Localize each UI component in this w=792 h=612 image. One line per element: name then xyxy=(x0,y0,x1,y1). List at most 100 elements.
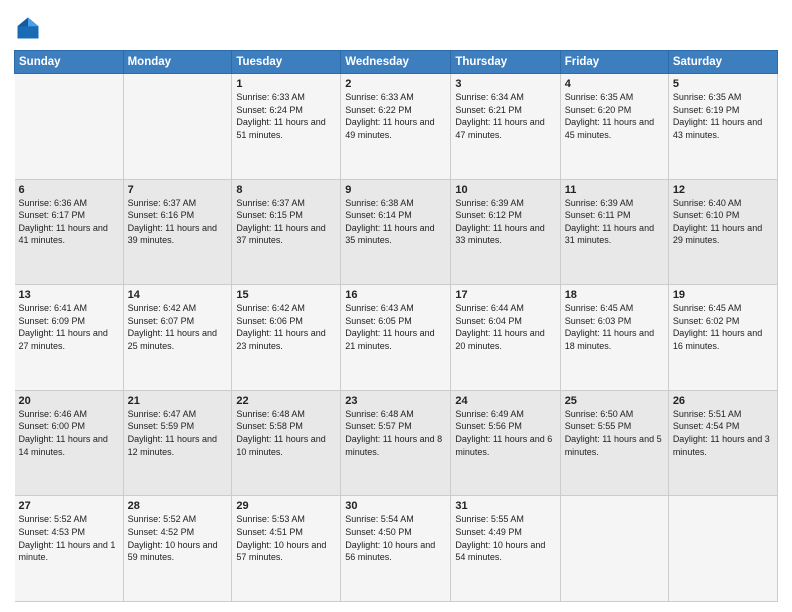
cell-day-number: 17 xyxy=(455,289,555,301)
calendar-cell: 31Sunrise: 5:55 AM Sunset: 4:49 PM Dayli… xyxy=(451,496,560,602)
cell-day-number: 22 xyxy=(236,395,336,407)
cell-info-text: Sunrise: 6:47 AM Sunset: 5:59 PM Dayligh… xyxy=(128,408,228,458)
cell-day-number: 12 xyxy=(673,184,773,196)
logo-icon xyxy=(14,14,42,42)
header-day-thursday: Thursday xyxy=(451,51,560,74)
calendar-cell: 3Sunrise: 6:34 AM Sunset: 6:21 PM Daylig… xyxy=(451,74,560,180)
cell-info-text: Sunrise: 6:41 AM Sunset: 6:09 PM Dayligh… xyxy=(19,302,119,352)
calendar-cell: 30Sunrise: 5:54 AM Sunset: 4:50 PM Dayli… xyxy=(341,496,451,602)
calendar-cell: 1Sunrise: 6:33 AM Sunset: 6:24 PM Daylig… xyxy=(232,74,341,180)
cell-day-number: 19 xyxy=(673,289,773,301)
cell-info-text: Sunrise: 6:48 AM Sunset: 5:58 PM Dayligh… xyxy=(236,408,336,458)
cell-day-number: 28 xyxy=(128,500,228,512)
cell-info-text: Sunrise: 6:44 AM Sunset: 6:04 PM Dayligh… xyxy=(455,302,555,352)
cell-day-number: 5 xyxy=(673,78,773,90)
calendar-cell: 10Sunrise: 6:39 AM Sunset: 6:12 PM Dayli… xyxy=(451,179,560,285)
calendar-cell: 18Sunrise: 6:45 AM Sunset: 6:03 PM Dayli… xyxy=(560,285,668,391)
cell-day-number: 9 xyxy=(345,184,446,196)
cell-info-text: Sunrise: 6:35 AM Sunset: 6:20 PM Dayligh… xyxy=(565,91,664,141)
header-day-tuesday: Tuesday xyxy=(232,51,341,74)
cell-info-text: Sunrise: 5:55 AM Sunset: 4:49 PM Dayligh… xyxy=(455,513,555,563)
cell-info-text: Sunrise: 6:34 AM Sunset: 6:21 PM Dayligh… xyxy=(455,91,555,141)
calendar-cell: 19Sunrise: 6:45 AM Sunset: 6:02 PM Dayli… xyxy=(668,285,777,391)
page: SundayMondayTuesdayWednesdayThursdayFrid… xyxy=(0,0,792,612)
calendar-cell: 4Sunrise: 6:35 AM Sunset: 6:20 PM Daylig… xyxy=(560,74,668,180)
week-row-5: 27Sunrise: 5:52 AM Sunset: 4:53 PM Dayli… xyxy=(15,496,778,602)
cell-info-text: Sunrise: 6:39 AM Sunset: 6:11 PM Dayligh… xyxy=(565,197,664,247)
calendar-cell xyxy=(560,496,668,602)
calendar-cell: 9Sunrise: 6:38 AM Sunset: 6:14 PM Daylig… xyxy=(341,179,451,285)
calendar-cell: 17Sunrise: 6:44 AM Sunset: 6:04 PM Dayli… xyxy=(451,285,560,391)
calendar-cell: 11Sunrise: 6:39 AM Sunset: 6:11 PM Dayli… xyxy=(560,179,668,285)
calendar-cell: 23Sunrise: 6:48 AM Sunset: 5:57 PM Dayli… xyxy=(341,390,451,496)
cell-day-number: 3 xyxy=(455,78,555,90)
cell-day-number: 8 xyxy=(236,184,336,196)
week-row-4: 20Sunrise: 6:46 AM Sunset: 6:00 PM Dayli… xyxy=(15,390,778,496)
cell-info-text: Sunrise: 6:38 AM Sunset: 6:14 PM Dayligh… xyxy=(345,197,446,247)
logo xyxy=(14,14,44,42)
cell-info-text: Sunrise: 6:43 AM Sunset: 6:05 PM Dayligh… xyxy=(345,302,446,352)
calendar-cell: 29Sunrise: 5:53 AM Sunset: 4:51 PM Dayli… xyxy=(232,496,341,602)
cell-info-text: Sunrise: 5:53 AM Sunset: 4:51 PM Dayligh… xyxy=(236,513,336,563)
cell-info-text: Sunrise: 5:52 AM Sunset: 4:53 PM Dayligh… xyxy=(19,513,119,563)
cell-day-number: 14 xyxy=(128,289,228,301)
cell-day-number: 29 xyxy=(236,500,336,512)
header-day-wednesday: Wednesday xyxy=(341,51,451,74)
cell-day-number: 23 xyxy=(345,395,446,407)
header-row: SundayMondayTuesdayWednesdayThursdayFrid… xyxy=(15,51,778,74)
cell-day-number: 31 xyxy=(455,500,555,512)
cell-day-number: 24 xyxy=(455,395,555,407)
cell-day-number: 18 xyxy=(565,289,664,301)
cell-day-number: 27 xyxy=(19,500,119,512)
cell-info-text: Sunrise: 6:40 AM Sunset: 6:10 PM Dayligh… xyxy=(673,197,773,247)
cell-day-number: 25 xyxy=(565,395,664,407)
week-row-2: 6Sunrise: 6:36 AM Sunset: 6:17 PM Daylig… xyxy=(15,179,778,285)
calendar-body: 1Sunrise: 6:33 AM Sunset: 6:24 PM Daylig… xyxy=(15,74,778,602)
cell-day-number: 7 xyxy=(128,184,228,196)
calendar-cell: 16Sunrise: 6:43 AM Sunset: 6:05 PM Dayli… xyxy=(341,285,451,391)
calendar-cell xyxy=(123,74,232,180)
cell-info-text: Sunrise: 6:45 AM Sunset: 6:03 PM Dayligh… xyxy=(565,302,664,352)
cell-day-number: 26 xyxy=(673,395,773,407)
calendar-cell: 12Sunrise: 6:40 AM Sunset: 6:10 PM Dayli… xyxy=(668,179,777,285)
header-day-saturday: Saturday xyxy=(668,51,777,74)
calendar-cell: 15Sunrise: 6:42 AM Sunset: 6:06 PM Dayli… xyxy=(232,285,341,391)
cell-day-number: 20 xyxy=(19,395,119,407)
calendar-cell: 7Sunrise: 6:37 AM Sunset: 6:16 PM Daylig… xyxy=(123,179,232,285)
calendar-cell: 8Sunrise: 6:37 AM Sunset: 6:15 PM Daylig… xyxy=(232,179,341,285)
header-day-friday: Friday xyxy=(560,51,668,74)
header xyxy=(14,10,778,42)
cell-info-text: Sunrise: 6:37 AM Sunset: 6:15 PM Dayligh… xyxy=(236,197,336,247)
calendar-cell: 6Sunrise: 6:36 AM Sunset: 6:17 PM Daylig… xyxy=(15,179,124,285)
cell-day-number: 4 xyxy=(565,78,664,90)
calendar: SundayMondayTuesdayWednesdayThursdayFrid… xyxy=(14,50,778,602)
cell-info-text: Sunrise: 6:33 AM Sunset: 6:24 PM Dayligh… xyxy=(236,91,336,141)
calendar-cell: 27Sunrise: 5:52 AM Sunset: 4:53 PM Dayli… xyxy=(15,496,124,602)
cell-day-number: 30 xyxy=(345,500,446,512)
header-day-sunday: Sunday xyxy=(15,51,124,74)
calendar-cell: 20Sunrise: 6:46 AM Sunset: 6:00 PM Dayli… xyxy=(15,390,124,496)
cell-info-text: Sunrise: 6:42 AM Sunset: 6:07 PM Dayligh… xyxy=(128,302,228,352)
calendar-cell: 5Sunrise: 6:35 AM Sunset: 6:19 PM Daylig… xyxy=(668,74,777,180)
header-day-monday: Monday xyxy=(123,51,232,74)
cell-info-text: Sunrise: 5:52 AM Sunset: 4:52 PM Dayligh… xyxy=(128,513,228,563)
cell-day-number: 6 xyxy=(19,184,119,196)
cell-info-text: Sunrise: 5:54 AM Sunset: 4:50 PM Dayligh… xyxy=(345,513,446,563)
calendar-cell: 24Sunrise: 6:49 AM Sunset: 5:56 PM Dayli… xyxy=(451,390,560,496)
cell-info-text: Sunrise: 6:49 AM Sunset: 5:56 PM Dayligh… xyxy=(455,408,555,458)
calendar-cell: 25Sunrise: 6:50 AM Sunset: 5:55 PM Dayli… xyxy=(560,390,668,496)
cell-day-number: 13 xyxy=(19,289,119,301)
calendar-cell: 28Sunrise: 5:52 AM Sunset: 4:52 PM Dayli… xyxy=(123,496,232,602)
calendar-cell xyxy=(668,496,777,602)
cell-info-text: Sunrise: 6:37 AM Sunset: 6:16 PM Dayligh… xyxy=(128,197,228,247)
cell-info-text: Sunrise: 6:46 AM Sunset: 6:00 PM Dayligh… xyxy=(19,408,119,458)
cell-day-number: 15 xyxy=(236,289,336,301)
cell-day-number: 21 xyxy=(128,395,228,407)
cell-day-number: 16 xyxy=(345,289,446,301)
calendar-cell: 21Sunrise: 6:47 AM Sunset: 5:59 PM Dayli… xyxy=(123,390,232,496)
week-row-1: 1Sunrise: 6:33 AM Sunset: 6:24 PM Daylig… xyxy=(15,74,778,180)
cell-day-number: 1 xyxy=(236,78,336,90)
cell-info-text: Sunrise: 6:50 AM Sunset: 5:55 PM Dayligh… xyxy=(565,408,664,458)
calendar-cell: 22Sunrise: 6:48 AM Sunset: 5:58 PM Dayli… xyxy=(232,390,341,496)
cell-day-number: 2 xyxy=(345,78,446,90)
